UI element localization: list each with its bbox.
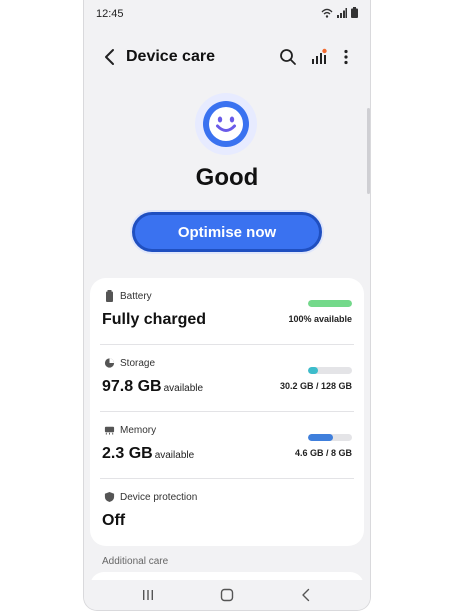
more-vert-icon[interactable] bbox=[336, 47, 356, 67]
memory-unit: available bbox=[154, 450, 195, 461]
battery-icon bbox=[106, 290, 113, 302]
page-title: Device care bbox=[126, 48, 215, 65]
memory-value: 2.3 GB available bbox=[102, 445, 195, 462]
phone-screen: 12:45 Device care Good Optimise now Batt… bbox=[83, 0, 371, 611]
storage-bar bbox=[308, 367, 352, 374]
battery-bar-fill bbox=[308, 300, 352, 307]
device-protection-label: Device protection bbox=[120, 492, 198, 503]
memory-label: Memory bbox=[120, 425, 157, 436]
back-icon[interactable] bbox=[296, 586, 316, 604]
optimise-now-button[interactable]: Optimise now bbox=[132, 212, 322, 252]
signal-report-icon[interactable] bbox=[309, 47, 329, 67]
battery-value: Fully charged bbox=[102, 311, 207, 328]
wifi-icon bbox=[321, 8, 333, 18]
memory-chip-icon bbox=[104, 426, 115, 435]
battery-label: Battery bbox=[120, 291, 152, 302]
shield-icon bbox=[104, 491, 115, 503]
home-icon[interactable] bbox=[217, 586, 237, 604]
device-protection-row[interactable]: Device protection Off bbox=[90, 479, 364, 546]
device-care-card: Battery Fully charged 100% available Sto… bbox=[90, 278, 364, 546]
device-status-text: Good bbox=[195, 164, 259, 191]
recent-apps-icon[interactable] bbox=[138, 586, 158, 604]
cell-signal-icon bbox=[337, 7, 347, 18]
storage-pie-icon bbox=[104, 358, 115, 368]
memory-meta: 4.6 GB / 8 GB bbox=[294, 448, 352, 458]
search-icon[interactable] bbox=[278, 47, 298, 67]
battery-bar bbox=[308, 300, 352, 307]
storage-unit: available bbox=[163, 383, 204, 394]
battery-row[interactable]: Battery Fully charged 100% available bbox=[90, 278, 364, 345]
device-protection-value: Off bbox=[102, 512, 126, 529]
status-time: 12:45 bbox=[96, 8, 124, 20]
memory-row[interactable]: Memory 2.3 GB available 4.6 GB / 8 GB bbox=[90, 412, 364, 479]
battery-status-icon bbox=[351, 7, 358, 18]
chevron-left-icon[interactable] bbox=[100, 47, 120, 67]
storage-bar-fill bbox=[308, 367, 319, 374]
memory-bar bbox=[308, 434, 352, 441]
app-bar: Device care bbox=[84, 40, 370, 74]
status-icons bbox=[321, 7, 358, 18]
navigation-bar bbox=[84, 580, 370, 610]
battery-meta: 100% available bbox=[288, 314, 352, 324]
status-bar: 12:45 bbox=[84, 0, 370, 26]
storage-label: Storage bbox=[120, 358, 156, 369]
storage-value: 97.8 GB available bbox=[102, 378, 204, 395]
memory-bar-fill bbox=[308, 434, 334, 441]
additional-care-heading: Additional care bbox=[102, 556, 169, 567]
storage-meta: 30.2 GB / 128 GB bbox=[279, 381, 352, 391]
smiley-face-icon bbox=[195, 93, 257, 155]
storage-row[interactable]: Storage 97.8 GB available 30.2 GB / 128 G… bbox=[90, 345, 364, 412]
